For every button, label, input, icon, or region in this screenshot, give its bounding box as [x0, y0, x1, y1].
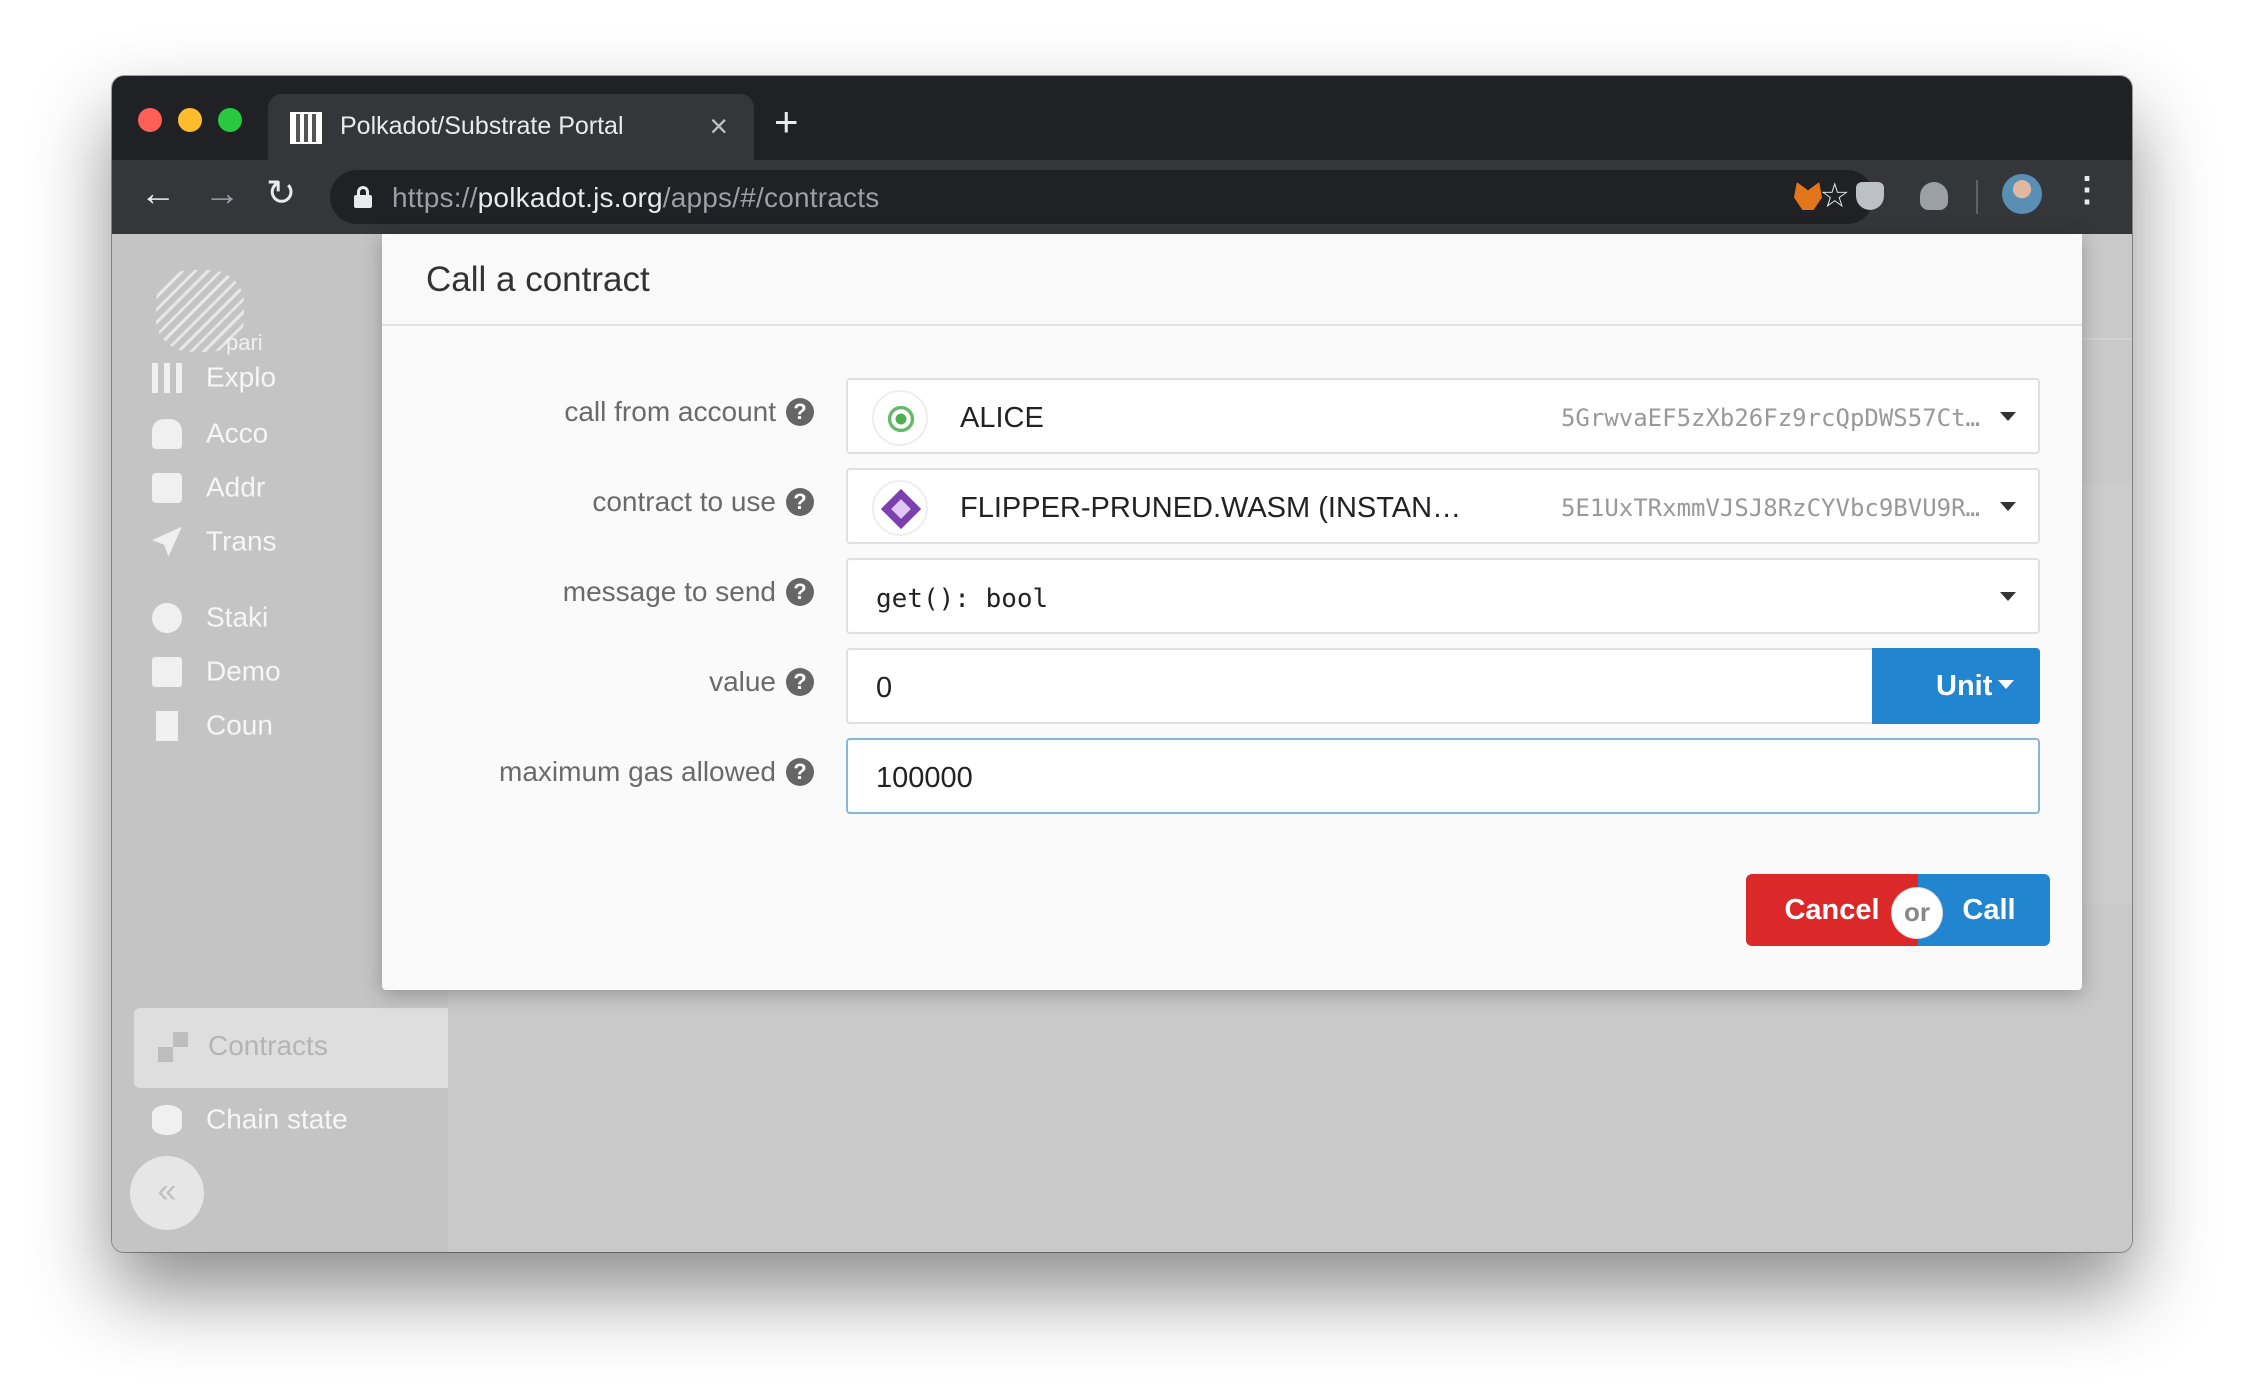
- url-scheme: https://: [392, 182, 478, 213]
- message-label: message to send?: [563, 576, 814, 608]
- contract-address: 5E1UxTRxmmVJSJ8RzCYVbc9BVU9R…: [1560, 494, 1980, 522]
- gas-input[interactable]: 100000: [846, 738, 2040, 814]
- modal-header: Call a contract: [382, 234, 2082, 326]
- database-icon: [152, 1104, 182, 1135]
- question-icon[interactable]: ?: [786, 578, 814, 606]
- call-contract-modal: Call a contract call from account? ALICE…: [382, 234, 2082, 990]
- contract-name: FLIPPER-PRUNED.WASM (INSTAN…: [960, 492, 1462, 524]
- modal-title: Call a contract: [426, 260, 650, 299]
- compress-icon: [158, 1032, 188, 1062]
- gas-label: maximum gas allowed?: [499, 756, 814, 788]
- chevron-down-icon: [2000, 502, 2016, 511]
- browser-menu-icon[interactable]: ⋮: [2070, 170, 2104, 210]
- contract-label: contract to use?: [592, 486, 814, 518]
- favicon-icon: [290, 112, 322, 144]
- profile-avatar[interactable]: [2002, 174, 2042, 214]
- new-tab-button[interactable]: +: [774, 98, 799, 146]
- paper-plane-icon: [152, 526, 182, 557]
- message-label-text: message to send: [562, 576, 776, 607]
- gas-label-text: maximum gas allowed: [499, 756, 776, 787]
- users-icon: [152, 418, 182, 449]
- close-window-button[interactable]: [138, 108, 162, 132]
- shield-extension-icon[interactable]: [1856, 182, 1884, 210]
- or-divider: or: [1892, 888, 1942, 938]
- message-value: get(): bool: [876, 584, 1049, 614]
- back-icon[interactable]: ←: [140, 172, 176, 214]
- lightbulb-extension-icon[interactable]: [1920, 182, 1948, 210]
- question-icon[interactable]: ?: [786, 398, 814, 426]
- sidebar-item-explorer[interactable]: Explo: [152, 360, 276, 400]
- sidebar-item-label: Explo: [206, 361, 277, 393]
- value-input[interactable]: 0 Unit: [846, 648, 2040, 724]
- value-label-text: value: [709, 666, 776, 697]
- reload-icon[interactable]: ↻: [266, 172, 296, 214]
- maximize-window-button[interactable]: [218, 108, 242, 132]
- sidebar-item-label: Demo: [206, 655, 281, 687]
- value-label: value?: [709, 666, 814, 698]
- browser-tab[interactable]: Polkadot/Substrate Portal ×: [268, 94, 754, 160]
- sidebar-item-contracts[interactable]: Contracts: [134, 1008, 448, 1088]
- account-label-text: call from account: [564, 396, 776, 427]
- sidebar-item-label: Chain state: [206, 1103, 348, 1135]
- url-host: polkadot.js.org: [477, 182, 663, 213]
- sidebar-item-accounts[interactable]: Acco: [152, 416, 268, 456]
- tab-strip: Polkadot/Substrate Portal × +: [112, 76, 2132, 160]
- url-path: /apps/#/contracts: [662, 182, 880, 213]
- sidebar-item-chain-state[interactable]: Chain state: [152, 1102, 348, 1142]
- address-bar[interactable]: https://polkadot.js.org/apps/#/contracts…: [330, 170, 1874, 224]
- tab-close-icon[interactable]: ×: [709, 108, 728, 145]
- value-input-text: 0: [876, 672, 893, 704]
- forward-icon[interactable]: →: [204, 172, 240, 214]
- sidebar-item-label: Contracts: [208, 1030, 328, 1061]
- sidebar-item-staking[interactable]: Staki: [152, 600, 268, 640]
- sidebar-item-label: Trans: [206, 525, 277, 557]
- message-dropdown[interactable]: get(): bool: [846, 558, 2040, 634]
- account-label: call from account?: [564, 396, 814, 428]
- collapse-sidebar-button[interactable]: «: [130, 1156, 204, 1230]
- account-identicon-icon: [872, 390, 928, 446]
- app-content: pari Explo Acco Addr Trans Staki Demo Co…: [112, 234, 2132, 1252]
- gas-input-text: 100000: [876, 762, 973, 794]
- chevron-down-icon: [2000, 592, 2016, 601]
- sidebar-item-label: Staki: [206, 601, 269, 633]
- minimize-window-button[interactable]: [178, 108, 202, 132]
- lock-icon[interactable]: [354, 186, 372, 208]
- toolbar-divider: [1976, 180, 1978, 214]
- address-book-icon: [152, 472, 182, 503]
- account-dropdown[interactable]: ALICE 5GrwvaEF5zXb26Fz9rcQpDWS57Ct…: [846, 378, 2040, 454]
- sidebar-item-transfer[interactable]: Trans: [152, 524, 277, 564]
- sidebar-item-label: Coun: [206, 709, 273, 741]
- logo-text: pari: [226, 330, 263, 355]
- unit-label: Unit: [1936, 670, 1993, 702]
- contract-identicon-icon: [872, 480, 928, 536]
- grid-icon: [152, 362, 182, 393]
- sidebar-item-label: Acco: [206, 417, 269, 449]
- certificate-icon: [152, 602, 182, 633]
- chevron-down-icon: [1998, 680, 2014, 689]
- tab-title: Polkadot/Substrate Portal: [340, 112, 624, 140]
- calendar-icon: [152, 656, 182, 687]
- contract-label-text: contract to use: [592, 486, 776, 517]
- contract-dropdown[interactable]: FLIPPER-PRUNED.WASM (INSTAN… 5E1UxTRxmmV…: [846, 468, 2040, 544]
- building-icon: [156, 710, 178, 741]
- question-icon[interactable]: ?: [786, 668, 814, 696]
- chevron-down-icon: [2000, 412, 2016, 421]
- unit-dropdown-button[interactable]: Unit: [1872, 648, 2040, 724]
- account-name: ALICE: [960, 402, 1044, 434]
- sidebar-item-label: Addr: [206, 471, 266, 503]
- question-icon[interactable]: ?: [786, 758, 814, 786]
- account-address: 5GrwvaEF5zXb26Fz9rcQpDWS57Ct…: [1560, 404, 1980, 432]
- url-text[interactable]: https://polkadot.js.org/apps/#/contracts: [392, 182, 879, 214]
- browser-window: Polkadot/Substrate Portal × + ← → ↻ http…: [112, 76, 2132, 1252]
- bookmark-star-icon[interactable]: ☆: [1820, 176, 1850, 216]
- browser-toolbar: ← → ↻ https://polkadot.js.org/apps/#/con…: [112, 160, 2132, 234]
- question-icon[interactable]: ?: [786, 488, 814, 516]
- sidebar-item-address-book[interactable]: Addr: [152, 470, 265, 510]
- sidebar-item-democracy[interactable]: Demo: [152, 654, 281, 694]
- sidebar-item-council[interactable]: Coun: [152, 708, 273, 748]
